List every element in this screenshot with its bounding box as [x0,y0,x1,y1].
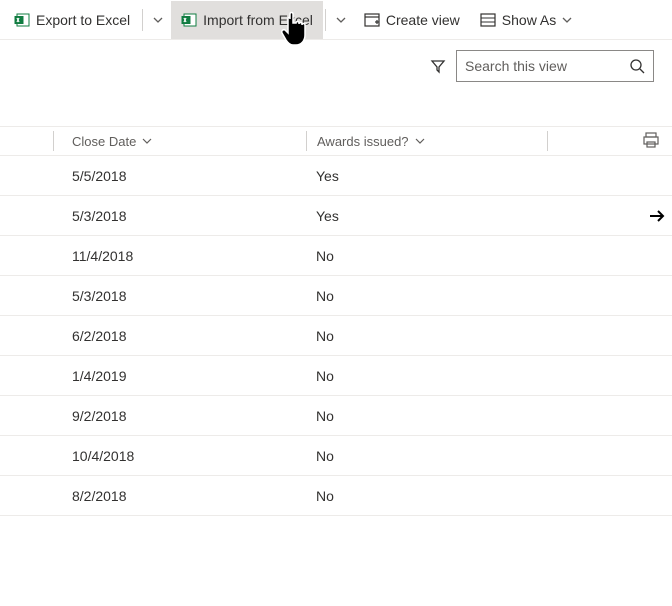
search-input[interactable] [465,58,615,74]
table-row[interactable]: 8/2/2018 No [0,476,672,516]
chevron-down-icon [415,136,425,146]
header-label: Close Date [72,134,136,149]
column-header-close-date[interactable]: Close Date [62,134,306,149]
filter-icon[interactable] [430,58,446,74]
header-row: Close Date Awards issued? [0,126,672,156]
cell-awards-issued: No [316,368,334,384]
cell-close-date: 5/5/2018 [72,168,127,184]
column-header-awards-issued[interactable]: Awards issued? [307,134,547,149]
chevron-down-icon [142,136,152,146]
separator [325,9,326,31]
search-row [0,40,672,92]
cell-close-date: 11/4/2018 [72,248,133,264]
export-dropdown[interactable] [145,1,171,39]
arrow-right-icon[interactable] [648,207,666,225]
cell-close-date: 10/4/2018 [72,448,134,464]
toolbar: Export to Excel Import from Excel Create… [0,0,672,40]
chevron-down-icon [562,15,572,25]
separator [53,131,54,151]
cell-awards-issued: Yes [316,208,339,224]
cell-close-date: 5/3/2018 [72,208,127,224]
import-from-excel-button[interactable]: Import from Excel [171,1,323,39]
cell-close-date: 5/3/2018 [72,288,127,304]
create-view-icon [364,12,380,28]
cell-awards-issued: No [316,488,334,504]
cell-close-date: 9/2/2018 [72,408,127,424]
separator [142,9,143,31]
cell-awards-issued: No [316,248,334,264]
show-as-button[interactable]: Show As [470,1,582,39]
excel-icon [181,12,197,28]
show-as-label: Show As [502,12,556,28]
search-icon[interactable] [629,58,645,74]
table-row[interactable]: 11/4/2018 No [0,236,672,276]
print-icon[interactable] [642,131,660,152]
table-row[interactable]: 1/4/2019 No [0,356,672,396]
cell-close-date: 1/4/2019 [72,368,127,384]
header-label: Awards issued? [317,134,409,149]
chevron-down-icon [336,15,346,25]
import-label: Import from Excel [203,12,313,28]
table-row[interactable]: 5/5/2018 Yes [0,156,672,196]
export-label: Export to Excel [36,12,130,28]
search-box[interactable] [456,50,654,82]
chevron-down-icon [153,15,163,25]
table-row[interactable]: 6/2/2018 No [0,316,672,356]
cell-awards-issued: No [316,448,334,464]
cell-awards-issued: No [316,288,334,304]
show-as-icon [480,12,496,28]
create-view-label: Create view [386,12,460,28]
cell-close-date: 8/2/2018 [72,488,127,504]
cell-awards-issued: Yes [316,168,339,184]
create-view-button[interactable]: Create view [354,1,470,39]
table-row[interactable]: 9/2/2018 No [0,396,672,436]
table-row[interactable]: 5/3/2018 No [0,276,672,316]
data-grid: Close Date Awards issued? 5/5/2018 Yes 5… [0,126,672,516]
table-row[interactable]: 10/4/2018 No [0,436,672,476]
cell-awards-issued: No [316,408,334,424]
cell-awards-issued: No [316,328,334,344]
table-row[interactable]: 5/3/2018 Yes [0,196,672,236]
import-dropdown[interactable] [328,1,354,39]
export-to-excel-button[interactable]: Export to Excel [4,1,140,39]
cell-close-date: 6/2/2018 [72,328,127,344]
excel-icon [14,12,30,28]
